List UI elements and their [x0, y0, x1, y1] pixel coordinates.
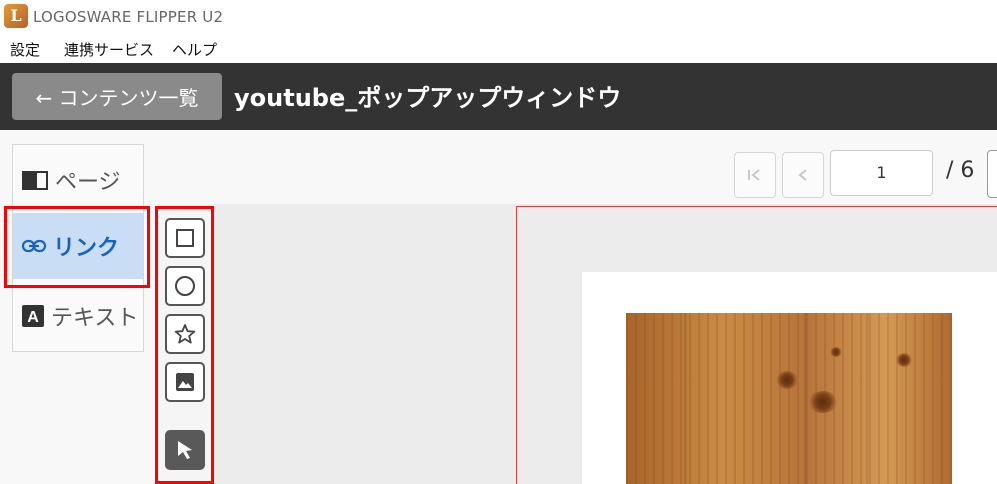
rectangle-tool-button[interactable] — [165, 218, 205, 258]
cursor-arrow-icon — [178, 441, 192, 459]
wood-background-image[interactable] — [626, 313, 952, 484]
prev-page-button[interactable] — [782, 152, 824, 198]
chevron-left-icon — [798, 169, 807, 181]
tab-text-label: テキスト — [51, 306, 139, 331]
tab-page-label: ページ — [55, 170, 121, 195]
tab-link-label: リンク — [53, 236, 120, 261]
tab-link[interactable]: リンク — [13, 213, 143, 279]
image-icon — [176, 373, 194, 391]
editor-content: ページ リンク A テキスト 1 / 6 — [0, 130, 997, 484]
next-page-button[interactable] — [987, 150, 997, 198]
circle-icon — [175, 276, 195, 296]
tab-text[interactable]: A テキスト — [13, 283, 143, 349]
app-logo-icon: L — [4, 4, 28, 28]
star-tool-button[interactable] — [165, 314, 205, 354]
menu-bar: 設定 連携サービス ヘルプ — [0, 34, 997, 63]
text-a-icon: A — [21, 304, 45, 328]
link-icon — [21, 238, 47, 254]
wood-knot — [776, 371, 798, 389]
title-bar: L LOGOSWARE FLIPPER U2 — [0, 0, 997, 34]
book-icon — [21, 169, 49, 191]
wood-knot — [808, 391, 838, 413]
document-title: youtube_ポップアップウィンドウ — [234, 84, 622, 112]
image-tool-button[interactable] — [165, 362, 205, 402]
menu-help[interactable]: ヘルプ — [172, 39, 217, 60]
circle-tool-button[interactable] — [165, 266, 205, 306]
link-tools-toolbar — [155, 204, 213, 484]
editor-header: ← コンテンツ一覧 youtube_ポップアップウィンドウ — [0, 63, 997, 130]
page-total: / 6 — [946, 158, 975, 183]
wood-knot — [830, 347, 842, 357]
menu-integrations[interactable]: 連携サービス — [64, 39, 154, 60]
side-tabs: ページ リンク A テキスト — [12, 144, 144, 352]
square-icon — [176, 229, 194, 247]
tab-page[interactable]: ページ — [13, 147, 143, 213]
svg-text:A: A — [27, 309, 39, 326]
first-page-button[interactable] — [734, 152, 776, 198]
app-title: LOGOSWARE FLIPPER U2 — [33, 8, 224, 26]
first-page-icon — [748, 169, 760, 181]
back-to-contents-button[interactable]: ← コンテンツ一覧 — [12, 73, 222, 120]
menu-settings[interactable]: 設定 — [10, 39, 40, 60]
page-number-input[interactable]: 1 — [830, 150, 933, 196]
select-tool-button[interactable] — [165, 430, 205, 470]
star-icon — [174, 324, 196, 344]
wood-knot — [896, 353, 912, 367]
